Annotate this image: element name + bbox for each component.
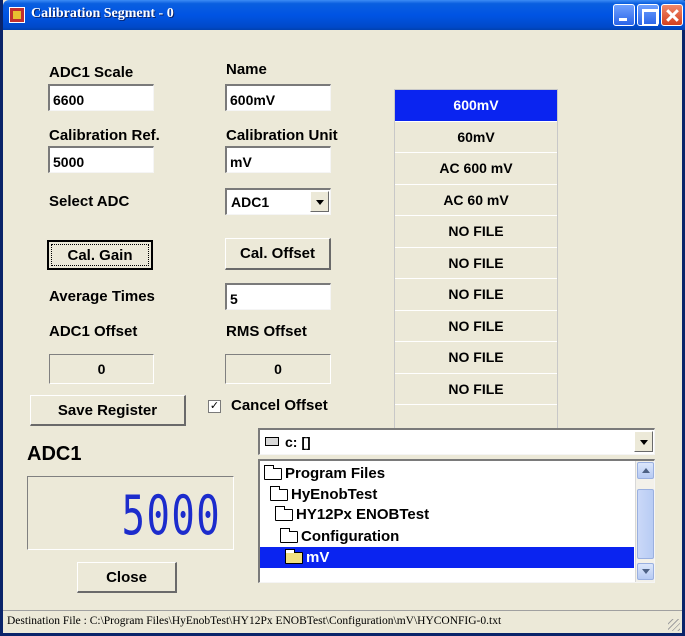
segment-item[interactable]: NO FILE	[395, 342, 557, 374]
destination-file-text: Destination File : C:\Program Files\HyEn…	[7, 615, 502, 627]
select-adc-label: Select ADC	[49, 193, 130, 210]
adc-display-value: 5000	[121, 484, 221, 547]
select-adc-dropdown[interactable]: ADC1	[225, 188, 331, 215]
segment-item[interactable]: NO FILE	[395, 311, 557, 342]
folder-open-icon	[264, 464, 282, 480]
segment-item[interactable]: 60mV	[395, 122, 557, 153]
directory-scrollbar[interactable]	[635, 461, 654, 582]
folder-open-icon	[280, 527, 298, 543]
name-input[interactable]	[225, 84, 331, 111]
calibration-ref-label: Calibration Ref.	[49, 127, 160, 144]
select-adc-value: ADC1	[231, 194, 270, 210]
drive-dropdown[interactable]: c: []	[258, 428, 655, 455]
folder-open-icon	[270, 485, 288, 501]
segment-list[interactable]: 600mV 60mV AC 600 mV AC 60 mV NO FILE NO…	[394, 89, 558, 430]
segment-item[interactable]: 600mV	[395, 90, 557, 122]
adc-offset-label: ADC1 Offset	[49, 323, 138, 340]
maximize-button[interactable]	[637, 4, 659, 26]
calibration-window: Calibration Segment - 0 ADC1 Scale Name …	[0, 0, 685, 636]
scroll-thumb[interactable]	[637, 489, 654, 559]
adc-scale-input[interactable]	[48, 84, 154, 111]
directory-item-selected[interactable]: mV	[260, 547, 634, 568]
folder-open-icon	[285, 548, 303, 564]
minimize-button[interactable]	[613, 4, 635, 26]
drive-icon	[265, 437, 279, 446]
save-register-button[interactable]: Save Register	[30, 395, 186, 426]
chevron-down-icon[interactable]	[634, 431, 653, 452]
segment-item[interactable]: AC 60 mV	[395, 185, 557, 216]
scroll-up-icon[interactable]	[637, 462, 654, 479]
adc-display-title: ADC1	[27, 443, 82, 465]
chevron-down-icon[interactable]	[310, 191, 329, 212]
resize-grip-icon[interactable]	[668, 619, 680, 631]
segment-item[interactable]: NO FILE	[395, 216, 557, 248]
close-window-button[interactable]	[661, 4, 683, 26]
name-label: Name	[226, 61, 267, 78]
segment-item[interactable]: NO FILE	[395, 279, 557, 311]
directory-item[interactable]: Program Files	[264, 463, 385, 484]
directory-label: HY12Px ENOBTest	[296, 506, 430, 523]
directory-item[interactable]: HY12Px ENOBTest	[275, 504, 429, 525]
adc-offset-readout: 0	[49, 354, 154, 384]
adc-display: 5000	[27, 476, 234, 550]
calibration-unit-input[interactable]	[225, 146, 331, 173]
segment-item[interactable]: NO FILE	[395, 248, 557, 279]
title-bar[interactable]: Calibration Segment - 0	[3, 0, 685, 30]
cancel-offset-label: Cancel Offset	[231, 397, 328, 414]
scroll-down-icon[interactable]	[637, 563, 654, 580]
window-title: Calibration Segment - 0	[31, 6, 174, 21]
status-bar: Destination File : C:\Program Files\HyEn…	[3, 610, 682, 633]
directory-item[interactable]: HyEnobTest	[270, 484, 377, 505]
calibration-unit-label: Calibration Unit	[226, 127, 338, 144]
directory-label: Configuration	[301, 528, 400, 545]
average-times-label: Average Times	[49, 288, 155, 305]
directory-item[interactable]: Configuration	[280, 526, 399, 547]
drive-value: c: []	[285, 434, 311, 450]
app-icon	[9, 7, 25, 23]
segment-item[interactable]: AC 600 mV	[395, 153, 557, 185]
directory-label: Program Files	[285, 465, 386, 482]
directory-label: HyEnobTest	[291, 486, 378, 503]
cal-offset-button[interactable]: Cal. Offset	[225, 238, 331, 270]
folder-open-icon	[275, 505, 293, 521]
directory-label: mV	[306, 549, 330, 566]
segment-item[interactable]: NO FILE	[395, 374, 557, 405]
close-button[interactable]: Close	[77, 562, 177, 593]
average-times-input[interactable]	[225, 283, 331, 310]
cancel-offset-checkbox[interactable]: ✓	[208, 400, 221, 413]
directory-list[interactable]: Program Files HyEnobTest HY12Px ENOBTest…	[258, 459, 655, 583]
adc-scale-label: ADC1 Scale	[49, 64, 134, 81]
rms-offset-label: RMS Offset	[226, 323, 307, 340]
cal-gain-button[interactable]: Cal. Gain	[47, 240, 153, 270]
rms-offset-readout: 0	[225, 354, 331, 384]
calibration-ref-input[interactable]	[48, 146, 154, 173]
